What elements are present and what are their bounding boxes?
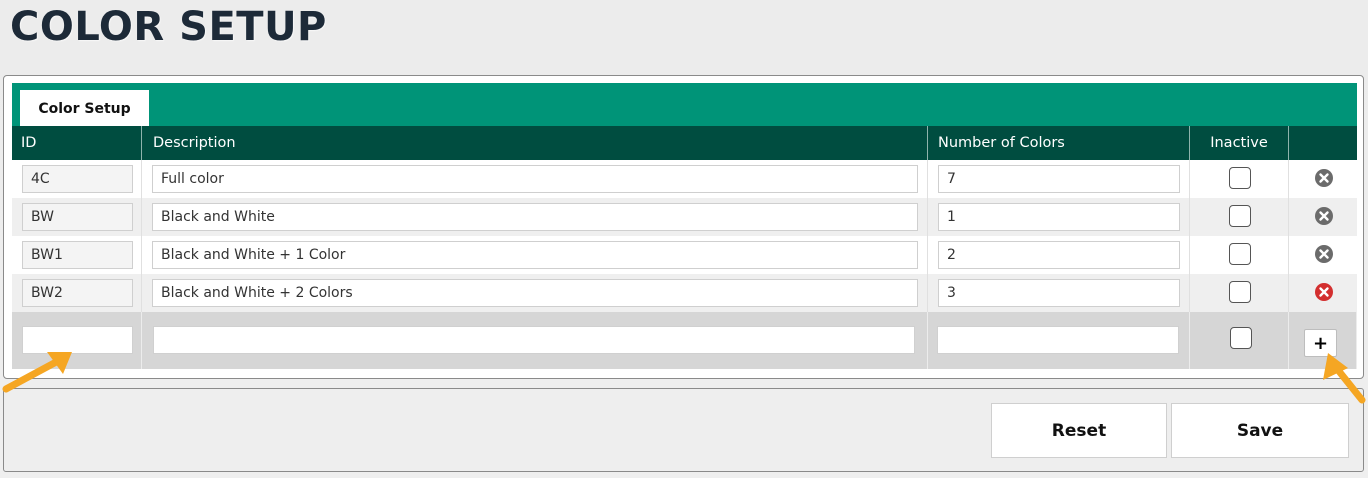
header-inactive: Inactive	[1190, 126, 1289, 160]
description-field[interactable]: Black and White + 1 Color	[152, 241, 918, 269]
tab-color-setup[interactable]: Color Setup	[20, 90, 149, 127]
inactive-checkbox[interactable]	[1229, 243, 1251, 265]
header-description: Description	[142, 126, 928, 160]
arrow-pointer-icon	[2, 352, 72, 393]
description-field[interactable]: Black and White	[152, 203, 918, 231]
tab-bar: Color Setup	[12, 83, 1357, 127]
page-title: COLOR SETUP	[10, 4, 327, 50]
table-row: BW Black and White 1	[12, 198, 1357, 236]
save-button[interactable]: Save	[1171, 403, 1349, 458]
delete-icon-active[interactable]	[1314, 282, 1334, 302]
new-entry-row: +	[12, 312, 1357, 369]
arrow-pointer-icon	[1323, 353, 1366, 404]
color-setup-panel: Color Setup ID Description Number of Col…	[3, 75, 1364, 379]
delete-icon[interactable]	[1314, 168, 1334, 188]
header-actions	[1289, 126, 1357, 160]
id-field[interactable]: BW	[22, 203, 133, 231]
id-field[interactable]: BW1	[22, 241, 133, 269]
reset-button[interactable]: Reset	[991, 403, 1167, 458]
description-field[interactable]: Black and White + 2 Colors	[152, 279, 918, 307]
delete-icon[interactable]	[1314, 244, 1334, 264]
table-row: BW1 Black and White + 1 Color 2	[12, 236, 1357, 274]
new-inactive-checkbox[interactable]	[1230, 327, 1252, 349]
number-of-colors-field[interactable]: 2	[938, 241, 1180, 269]
header-id: ID	[12, 126, 142, 160]
footer-bar: Reset Save	[3, 388, 1364, 472]
new-number-of-colors-input[interactable]	[937, 326, 1179, 354]
inactive-checkbox[interactable]	[1229, 205, 1251, 227]
id-field[interactable]: BW2	[22, 279, 133, 307]
id-field[interactable]: 4C	[22, 165, 133, 193]
description-field[interactable]: Full color	[152, 165, 918, 193]
number-of-colors-field[interactable]: 3	[938, 279, 1180, 307]
table-row: BW2 Black and White + 2 Colors 3	[12, 274, 1357, 312]
number-of-colors-field[interactable]: 1	[938, 203, 1180, 231]
delete-icon[interactable]	[1314, 206, 1334, 226]
inactive-checkbox[interactable]	[1229, 167, 1251, 189]
table-header: ID Description Number of Colors Inactive	[12, 126, 1357, 160]
table-row: 4C Full color 7	[12, 160, 1357, 198]
header-number-of-colors: Number of Colors	[928, 126, 1190, 160]
new-description-input[interactable]	[153, 326, 915, 354]
inactive-checkbox[interactable]	[1229, 281, 1251, 303]
number-of-colors-field[interactable]: 7	[938, 165, 1180, 193]
